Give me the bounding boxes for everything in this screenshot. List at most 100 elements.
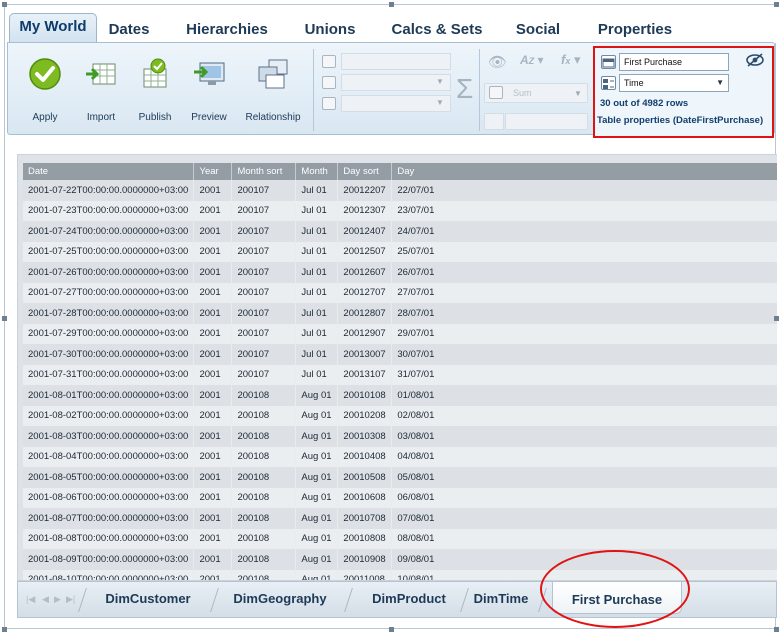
table-cell[interactable]: 22/07/01 [391,180,777,201]
table-row[interactable]: 2001-08-03T00:00:00.0000000+03:00 2001 200… [23,426,777,447]
table-cell[interactable]: Aug 01 [295,405,339,426]
table-cell[interactable]: 28/07/01 [391,303,777,324]
table-properties-link[interactable]: Table properties (DateFirstPurchase) [597,115,763,126]
table-row[interactable]: 2001-07-26T00:00:00.0000000+03:00 2001 200… [23,262,777,283]
table-cell[interactable]: 10/08/01 [391,569,777,580]
table-cell[interactable]: 20012207 [337,180,393,201]
table-cell[interactable]: 20010808 [337,528,393,549]
relationship-button[interactable]: Relationship [240,51,306,129]
table-cell[interactable]: 2001-07-28T00:00:00.0000000+03:00 [23,303,195,324]
table-cell[interactable]: 200107 [231,323,297,344]
tab-my-world[interactable]: My World [9,13,97,43]
first-sheet-icon[interactable]: |◀ [26,594,35,605]
table-cell[interactable]: 200107 [231,200,297,221]
table-cell[interactable]: 23/07/01 [391,200,777,221]
table-cell[interactable]: 2001-08-06T00:00:00.0000000+03:00 [23,487,195,508]
table-cell[interactable]: 2001 [193,446,233,467]
tab-dates[interactable]: Dates [101,19,157,43]
column-header-month-sort[interactable]: Month sort [231,163,297,180]
table-cell[interactable]: Aug 01 [295,426,339,447]
table-cell[interactable]: 2001-08-09T00:00:00.0000000+03:00 [23,549,195,570]
table-cell[interactable]: 2001 [193,262,233,283]
table-cell[interactable]: 20012807 [337,303,393,324]
table-cell[interactable]: 03/08/01 [391,426,777,447]
table-cell[interactable]: Aug 01 [295,446,339,467]
table-cell[interactable]: 2001 [193,364,233,385]
table-cell[interactable]: 2001 [193,200,233,221]
tab-properties[interactable]: Properties [593,19,677,43]
table-cell[interactable]: 2001-07-25T00:00:00.0000000+03:00 [23,241,195,262]
table-row[interactable]: 2001-08-01T00:00:00.0000000+03:00 2001 200… [23,385,777,406]
column-type-select[interactable]: Time ▼ [619,74,729,92]
sheet-tab-dimtime[interactable]: DimTime [468,586,534,612]
tab-calcs-sets[interactable]: Calcs & Sets [389,19,485,43]
hide-column-eye-icon[interactable] [745,53,765,70]
table-cell[interactable]: 2001 [193,508,233,529]
prev-sheet-icon[interactable]: ◀ [42,594,49,605]
sheet-tab-first-purchase[interactable]: First Purchase [552,582,682,614]
table-cell[interactable]: 20012407 [337,221,393,242]
table-cell[interactable]: 2001 [193,487,233,508]
sheet-tab-dimgeography[interactable]: DimGeography [218,586,342,612]
table-cell[interactable]: 2001-08-08T00:00:00.0000000+03:00 [23,528,195,549]
column-header-year[interactable]: Year [193,163,233,180]
table-cell[interactable]: 20013007 [337,344,393,365]
sheet-tab-dimproduct[interactable]: DimProduct [354,586,464,612]
table-cell[interactable]: 2001 [193,467,233,488]
column-header-day-sort[interactable]: Day sort [337,163,393,180]
table-cell[interactable]: 2001 [193,426,233,447]
table-cell[interactable]: 2001-08-01T00:00:00.0000000+03:00 [23,385,195,406]
table-cell[interactable]: 2001 [193,405,233,426]
next-sheet-icon[interactable]: ▶ [54,594,61,605]
table-row[interactable]: 2001-08-08T00:00:00.0000000+03:00 2001 200… [23,528,777,549]
resize-handle[interactable] [389,627,394,632]
table-cell[interactable]: 2001-08-03T00:00:00.0000000+03:00 [23,426,195,447]
table-cell[interactable]: Jul 01 [295,180,339,201]
table-cell[interactable]: 200108 [231,549,297,570]
table-cell[interactable]: 2001 [193,241,233,262]
table-cell[interactable]: 01/08/01 [391,385,777,406]
table-cell[interactable]: 2001 [193,549,233,570]
table-cell[interactable]: 2001-08-05T00:00:00.0000000+03:00 [23,467,195,488]
table-row[interactable]: 2001-08-07T00:00:00.0000000+03:00 2001 200… [23,508,777,529]
table-row[interactable]: 2001-07-23T00:00:00.0000000+03:00 2001 200… [23,200,777,221]
table-cell[interactable]: 200108 [231,528,297,549]
table-cell[interactable]: Aug 01 [295,508,339,529]
table-cell[interactable]: Jul 01 [295,221,339,242]
table-cell[interactable]: 200107 [231,344,297,365]
table-cell[interactable]: 2001 [193,303,233,324]
table-row[interactable]: 2001-07-29T00:00:00.0000000+03:00 2001 200… [23,323,777,344]
table-cell[interactable]: Aug 01 [295,487,339,508]
table-cell[interactable]: 05/08/01 [391,467,777,488]
table-cell[interactable]: 2001-08-07T00:00:00.0000000+03:00 [23,508,195,529]
table-cell[interactable]: 20012907 [337,323,393,344]
table-cell[interactable]: 27/07/01 [391,282,777,303]
resize-handle[interactable] [2,316,7,321]
table-cell[interactable]: 20010908 [337,549,393,570]
table-cell[interactable]: 200108 [231,569,297,580]
table-cell[interactable]: Aug 01 [295,569,339,580]
table-cell[interactable]: Aug 01 [295,549,339,570]
preview-button[interactable]: Preview [180,51,238,129]
apply-button[interactable]: Apply [16,51,74,129]
tab-social[interactable]: Social [510,19,566,43]
table-cell[interactable]: Jul 01 [295,344,339,365]
table-cell[interactable]: 2001-07-30T00:00:00.0000000+03:00 [23,344,195,365]
table-cell[interactable]: Jul 01 [295,323,339,344]
resize-handle[interactable] [774,2,779,7]
table-cell[interactable]: 2001 [193,385,233,406]
column-name-input[interactable] [619,53,729,71]
column-header-month[interactable]: Month [295,163,339,180]
table-cell[interactable]: 200108 [231,487,297,508]
table-cell[interactable]: 2001-08-02T00:00:00.0000000+03:00 [23,405,195,426]
table-cell[interactable]: 20010108 [337,385,393,406]
table-cell[interactable]: Jul 01 [295,303,339,324]
table-cell[interactable]: 2001 [193,282,233,303]
table-cell[interactable]: 2001-07-23T00:00:00.0000000+03:00 [23,200,195,221]
table-cell[interactable]: 200108 [231,405,297,426]
table-row[interactable]: 2001-07-27T00:00:00.0000000+03:00 2001 200… [23,282,777,303]
table-cell[interactable]: Jul 01 [295,200,339,221]
table-row[interactable]: 2001-08-09T00:00:00.0000000+03:00 2001 200… [23,549,777,570]
table-cell[interactable]: 02/08/01 [391,405,777,426]
table-cell[interactable]: 29/07/01 [391,323,777,344]
